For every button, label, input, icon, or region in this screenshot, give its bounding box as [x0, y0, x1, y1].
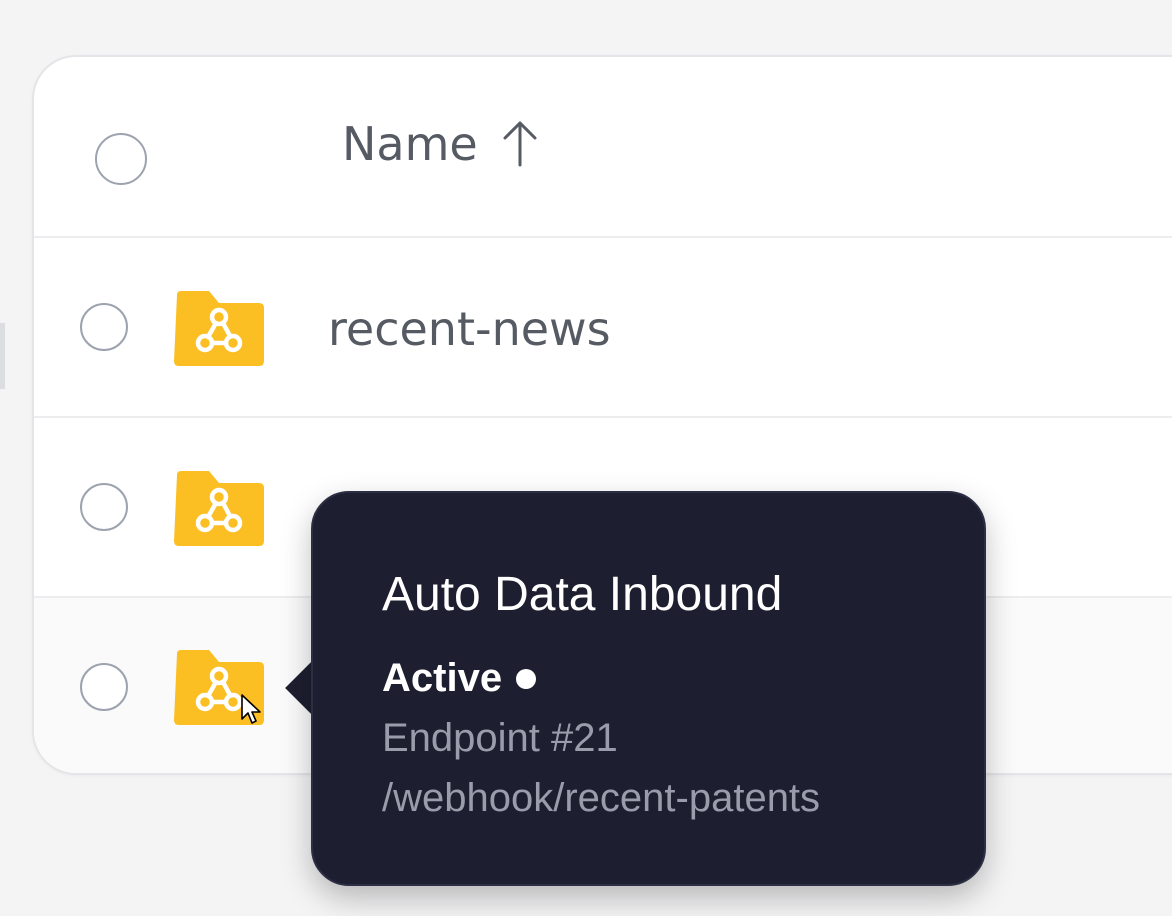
webhook-tooltip: Auto Data Inbound Active Endpoint #21 /w…: [311, 491, 986, 886]
row-name[interactable]: recent-news: [328, 302, 611, 356]
row-checkbox[interactable]: [80, 483, 128, 531]
name-column-label: Name: [342, 117, 478, 171]
status-dot-icon: [516, 668, 537, 689]
tooltip-status: Active: [382, 656, 537, 701]
table-row[interactable]: recent-news: [34, 238, 1172, 418]
side-panel-edge: [0, 323, 5, 389]
webhook-folder-icon: [174, 291, 264, 366]
tooltip-endpoint: Endpoint #21: [382, 716, 618, 760]
table-header: Name: [34, 57, 1172, 238]
arrow-up-icon[interactable]: [500, 119, 540, 169]
tooltip-title: Auto Data Inbound: [382, 568, 783, 621]
status-label: Active: [382, 656, 503, 700]
name-column-header[interactable]: Name: [342, 117, 540, 171]
row-checkbox[interactable]: [80, 663, 128, 711]
tooltip-path: /webhook/recent-patents: [382, 776, 821, 820]
mouse-cursor-icon: [241, 694, 261, 724]
row-checkbox[interactable]: [80, 303, 128, 351]
webhook-folder-icon: [174, 471, 264, 546]
select-all-checkbox[interactable]: [95, 133, 147, 185]
